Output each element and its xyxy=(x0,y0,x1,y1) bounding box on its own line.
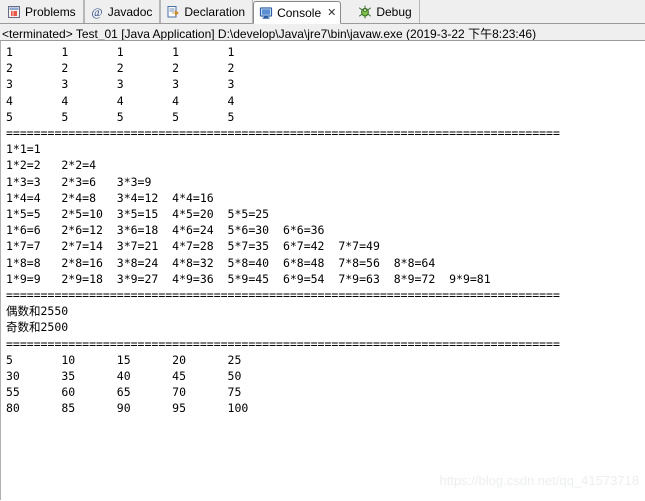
view-tab-bar: Problems @ Javadoc Declaration Console ✕… xyxy=(0,0,645,24)
debug-icon xyxy=(358,5,372,19)
svg-text:@: @ xyxy=(91,5,102,19)
javadoc-icon: @ xyxy=(90,5,104,19)
tab-problems-label: Problems xyxy=(25,4,76,19)
tab-declaration-label: Declaration xyxy=(184,4,246,19)
eclipse-console-view: Problems @ Javadoc Declaration Console ✕… xyxy=(0,0,645,501)
tab-console-label: Console xyxy=(277,5,322,20)
problems-icon xyxy=(7,5,21,19)
tab-javadoc[interactable]: @ Javadoc xyxy=(83,0,161,23)
tab-declaration[interactable]: Declaration xyxy=(160,0,254,23)
tab-debug[interactable]: Debug xyxy=(353,0,420,23)
console-output-text: 1 1 1 1 1 2 2 2 2 2 3 3 3 3 3 4 4 4 4 4 … xyxy=(6,45,560,416)
tab-problems[interactable]: Problems xyxy=(2,0,84,23)
declaration-icon xyxy=(166,5,180,19)
tab-console[interactable]: Console ✕ xyxy=(253,1,342,24)
close-icon[interactable]: ✕ xyxy=(327,7,336,18)
tab-debug-label: Debug xyxy=(376,4,412,19)
tab-javadoc-label: Javadoc xyxy=(107,4,153,19)
console-output-area[interactable]: 1 1 1 1 1 2 2 2 2 2 3 3 3 3 3 4 4 4 4 4 … xyxy=(0,41,645,500)
launch-info-line: <terminated> Test_01 [Java Application] … xyxy=(0,24,645,41)
console-icon xyxy=(259,6,273,20)
watermark-text: https://blog.csdn.net/qq_41573718 xyxy=(439,473,640,488)
